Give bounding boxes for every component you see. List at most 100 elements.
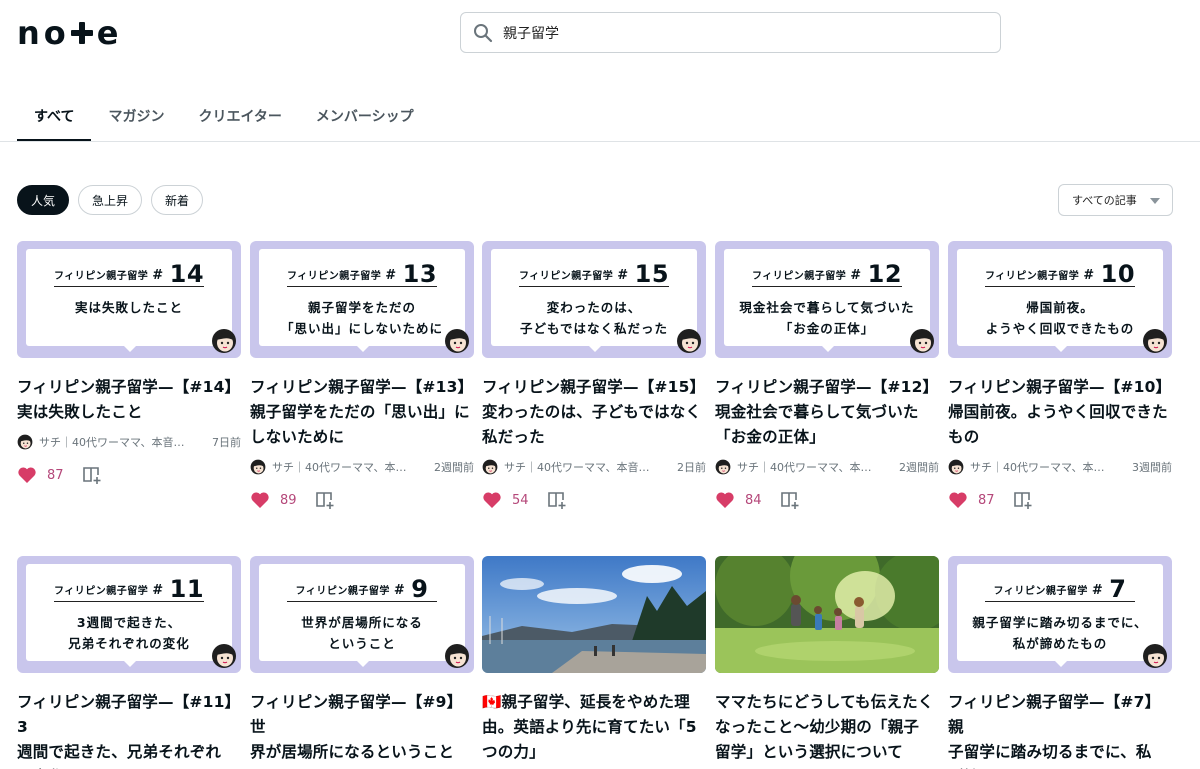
search-box[interactable]	[460, 12, 1001, 53]
logo-letter-n: n	[17, 14, 41, 52]
article-thumbnail[interactable]: フィリピン親子留学 #12 現金社会で暮らして気づいた 「お金の正体」	[715, 241, 939, 358]
author-name[interactable]: サチ｜40代ワーママ、本音…	[504, 459, 673, 475]
filter-chips: 人気 急上昇 新着	[17, 185, 204, 215]
article-meta: サチ｜40代ワーママ、本… 2週間前	[715, 458, 939, 476]
article-title[interactable]: フィリピン親子留学—【#13】 親子留学をただの「思い出」に しないために	[250, 375, 474, 450]
heart-icon[interactable]	[17, 466, 37, 484]
series-hash: #	[152, 583, 164, 598]
author-name[interactable]: サチ｜40代ワーママ、本…	[737, 459, 895, 475]
note-logo[interactable]: n o e	[17, 14, 119, 52]
series-number: 15	[634, 260, 670, 288]
avatar[interactable]	[482, 459, 498, 475]
article-actions: 87	[948, 490, 1172, 510]
article-title[interactable]: フィリピン親子留学—【#9】世 界が居場所になるということ	[250, 690, 474, 765]
article-title[interactable]: フィリピン親子留学—【#12】 現金社会で暮らして気づいた 「お金の正体」	[715, 375, 939, 450]
divider-line	[287, 286, 437, 287]
article-title-line: 由。英語より先に育てたい「5	[482, 718, 697, 736]
article-card[interactable]: フィリピン親子留学 #11 3週間で起きた、 兄弟それぞれの変化フィリピン親子留学—【…	[17, 556, 241, 769]
series-number: 13	[402, 260, 438, 288]
heart-icon[interactable]	[250, 491, 270, 509]
search-input[interactable]	[503, 24, 983, 41]
author-name[interactable]: サチ｜40代ワーママ、本…	[970, 459, 1128, 475]
series-label: フィリピン親子留学 #14	[26, 260, 232, 288]
thumbnail-title: 親子留学に踏み切るまでに、 私が諦めたもの	[957, 612, 1163, 654]
article-thumbnail[interactable]: フィリピン親子留学 #11 3週間で起きた、 兄弟それぞれの変化	[17, 556, 241, 673]
article-thumbnail[interactable]: フィリピン親子留学 #15 変わったのは、 子どもではなく私だった	[482, 241, 706, 358]
article-card[interactable]: フィリピン親子留学 #13 親子留学をただの 「思い出」にしないために フィリピン親子留…	[250, 241, 474, 510]
article-card[interactable]: フィリピン親子留学 #15 変わったのは、 子どもではなく私だったフィリピン親子留学—…	[482, 241, 706, 510]
article-title[interactable]: フィリピン親子留学—【#11】3 週間で起きた、兄弟それぞれの変化	[17, 690, 241, 769]
article-meta: サチ｜40代ワーママ、本… 3週間前	[948, 458, 1172, 476]
author-name[interactable]: サチ｜40代ワーママ、本音…	[39, 434, 208, 450]
tab-0[interactable]: すべて	[17, 98, 92, 141]
article-card[interactable]: フィリピン親子留学 #7 親子留学に踏み切るまでに、 私が諦めたものフィリピン親子留学…	[948, 556, 1172, 769]
article-title-line: 親子留学をただの「思い出」に	[250, 403, 470, 421]
avatar[interactable]	[715, 459, 731, 475]
add-to-magazine-icon[interactable]	[82, 465, 102, 485]
article-title-line: フィリピン親子留学—【#14】	[17, 378, 241, 396]
sort-dropdown[interactable]: すべての記事	[1058, 184, 1173, 216]
article-card[interactable]: 🇨🇦親子留学、延長をやめた理 由。英語より先に育てたい「5 つの力」	[482, 556, 706, 765]
article-thumbnail[interactable]: フィリピン親子留学 #13 親子留学をただの 「思い出」にしないために	[250, 241, 474, 358]
author-illustration	[1142, 328, 1168, 354]
speech-bubble: フィリピン親子留学 #12 現金社会で暮らして気づいた 「お金の正体」	[724, 249, 930, 346]
article-card[interactable]: フィリピン親子留学 #9 世界が居場所になる ということフィリピン親子留学—【#9】世…	[250, 556, 474, 769]
published-time: 7日前	[212, 436, 241, 449]
tab-3[interactable]: メンバーシップ	[299, 98, 431, 141]
article-title-line: 実は失敗したこと	[17, 403, 143, 421]
avatar[interactable]	[250, 459, 266, 475]
bubble-tail	[1053, 344, 1069, 352]
article-title-line: 子留学に踏み切るまでに、私	[948, 743, 1152, 761]
article-thumbnail[interactable]: フィリピン親子留学 #14 実は失敗したこと	[17, 241, 241, 358]
article-thumbnail[interactable]: フィリピン親子留学 #7 親子留学に踏み切るまでに、 私が諦めたもの	[948, 556, 1172, 673]
thumbnail-title-line: 帰国前夜。	[1026, 300, 1094, 315]
heart-icon[interactable]	[482, 491, 502, 509]
thumbnail-title-line: 実は失敗したこと	[74, 300, 183, 315]
article-thumbnail[interactable]: フィリピン親子留学 #10 帰国前夜。 ようやく回収できたもの	[948, 241, 1172, 358]
divider-line	[54, 286, 204, 287]
article-title-line: なったこと〜幼少期の「親子	[715, 718, 920, 736]
thumbnail-title-line: 「思い出」にしないために	[280, 321, 443, 336]
bubble-tail	[355, 344, 371, 352]
add-to-magazine-icon[interactable]	[547, 490, 567, 510]
article-title[interactable]: フィリピン親子留学—【#15】 変わったのは、子どもではなく 私だった	[482, 375, 706, 450]
series-label: フィリピン親子留学 #13	[259, 260, 465, 288]
article-title[interactable]: ママたちにどうしても伝えたく なったこと〜幼少期の「親子 留学」という選択について	[715, 690, 939, 765]
author-name[interactable]: サチ｜40代ワーママ、本…	[272, 459, 430, 475]
avatar[interactable]	[17, 434, 33, 450]
article-title-line: フィリピン親子留学—【#9】世	[250, 693, 463, 736]
avatar[interactable]	[948, 459, 964, 475]
tab-2[interactable]: クリエイター	[181, 98, 298, 141]
thumbnail-title-line: 世界が居場所になる	[301, 615, 423, 630]
speech-bubble: フィリピン親子留学 #10 帰国前夜。 ようやく回収できたもの	[957, 249, 1163, 346]
article-title[interactable]: フィリピン親子留学—【#10】 帰国前夜。ようやく回収できた もの	[948, 375, 1172, 450]
filter-chip-1[interactable]: 急上昇	[78, 185, 143, 215]
lake-photo-thumbnail[interactable]	[482, 556, 706, 673]
article-card[interactable]: フィリピン親子留学 #10 帰国前夜。 ようやく回収できたものフィリピン親子留学—【#…	[948, 241, 1172, 510]
article-card[interactable]: ママたちにどうしても伝えたく なったこと〜幼少期の「親子 留学」という選択について	[715, 556, 939, 765]
divider-line	[752, 286, 902, 287]
add-to-magazine-icon[interactable]	[780, 490, 800, 510]
thumbnail-title: 親子留学をただの 「思い出」にしないために	[259, 297, 465, 339]
series-label: フィリピン親子留学 #11	[26, 575, 232, 603]
park-photo-thumbnail[interactable]	[715, 556, 939, 673]
article-meta: サチ｜40代ワーママ、本音… 7日前	[17, 433, 241, 451]
article-title[interactable]: 🇨🇦親子留学、延長をやめた理 由。英語より先に育てたい「5 つの力」	[482, 690, 706, 765]
heart-icon[interactable]	[715, 491, 735, 509]
filter-chip-0[interactable]: 人気	[17, 185, 70, 215]
series-hash: #	[393, 583, 406, 598]
article-card[interactable]: フィリピン親子留学 #12 現金社会で暮らして気づいた 「お金の正体」フィリピン親子留…	[715, 241, 939, 510]
tab-1[interactable]: マガジン	[91, 98, 181, 141]
article-title[interactable]: フィリピン親子留学—【#7】親子留学に踏み切るまでに、私が諦めたもの	[948, 690, 1172, 769]
thumbnail-title: 現金社会で暮らして気づいた 「お金の正体」	[724, 297, 930, 339]
article-thumbnail[interactable]: フィリピン親子留学 #9 世界が居場所になる ということ	[250, 556, 474, 673]
add-to-magazine-icon[interactable]	[315, 490, 335, 510]
heart-icon[interactable]	[948, 491, 968, 509]
filter-chip-2[interactable]: 新着	[151, 185, 204, 215]
add-to-magazine-icon[interactable]	[1013, 490, 1033, 510]
article-title[interactable]: フィリピン親子留学—【#14】 実は失敗したこと	[17, 375, 241, 425]
author-illustration	[211, 328, 237, 354]
article-meta: サチ｜40代ワーママ、本… 2週間前	[250, 458, 474, 476]
series-name: フィリピン親子留学	[518, 271, 614, 282]
article-card[interactable]: フィリピン親子留学 #14 実は失敗したこと フィリピン親子留学—【#14】 実は失敗し…	[17, 241, 241, 485]
